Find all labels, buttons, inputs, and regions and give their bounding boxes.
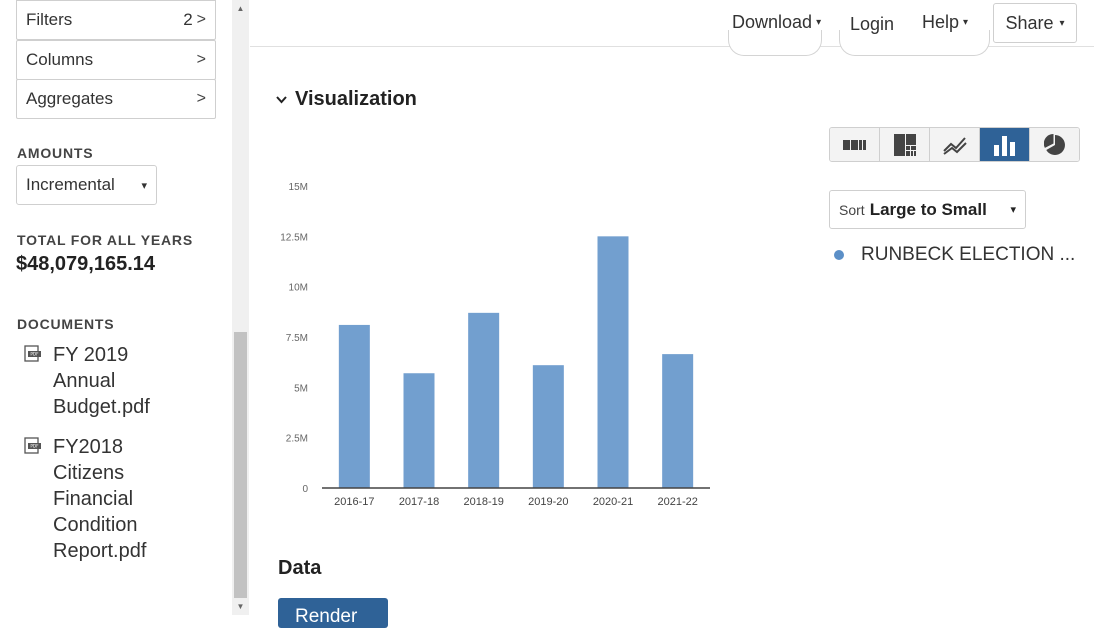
- sort-prefix: Sort: [839, 201, 865, 218]
- bar-chart-button[interactable]: [980, 128, 1030, 161]
- bar[interactable]: [468, 312, 500, 488]
- table-view-icon: [842, 139, 866, 150]
- x-tick-label: 2017-18: [399, 496, 439, 508]
- share-label: Share: [1005, 12, 1054, 33]
- sort-dropdown[interactable]: Sort Large to Small ▾: [829, 190, 1026, 229]
- table-view-button[interactable]: [830, 128, 880, 161]
- y-tick-label: 15M: [289, 182, 308, 193]
- y-tick-label: 10M: [289, 283, 308, 294]
- treemap-icon: [893, 133, 916, 156]
- document-name-line: Financial: [53, 488, 134, 510]
- bar[interactable]: [662, 354, 694, 488]
- columns-label: Columns: [26, 50, 94, 69]
- document-item[interactable]: PDF FY2018 Citizens Financial Condition …: [24, 434, 224, 564]
- filters-button[interactable]: Filters 2 >: [16, 0, 216, 40]
- scroll-down-arrow-icon[interactable]: ▼: [232, 598, 249, 615]
- bar[interactable]: [597, 236, 629, 488]
- visualization-toggle[interactable]: Visualization: [275, 88, 417, 111]
- chevron-right-icon: >: [196, 90, 206, 107]
- amounts-heading: AMOUNTS: [17, 145, 94, 161]
- help-menu[interactable]: Help ▾: [922, 12, 968, 33]
- help-label: Help: [922, 12, 960, 32]
- chevron-right-icon: >: [196, 51, 206, 68]
- login-link[interactable]: Login: [850, 14, 894, 35]
- legend-label: RUNBECK ELECTION ...: [861, 244, 1076, 265]
- treemap-button[interactable]: [880, 128, 930, 161]
- document-name-line: Annual: [53, 370, 116, 392]
- line-chart-icon: [942, 136, 967, 155]
- legend-dot-icon: [834, 250, 844, 260]
- y-tick-label: 0: [302, 484, 308, 495]
- total-value: $48,079,165.14: [16, 253, 156, 275]
- data-heading: Data: [278, 557, 322, 579]
- document-name-line: FY2018: [53, 436, 124, 458]
- visualization-heading: Visualization: [295, 88, 417, 110]
- x-tick-label: 2016-17: [334, 496, 374, 508]
- pdf-file-icon: PDF: [24, 437, 41, 454]
- document-link[interactable]: FY 2019 Annual Budget.pdf: [53, 342, 173, 420]
- sidebar-scrollbar[interactable]: ▲ ▼: [232, 0, 249, 615]
- chevron-down-icon: [276, 96, 287, 104]
- aggregates-label: Aggregates: [26, 89, 113, 108]
- caret-down-icon: ▾: [1010, 204, 1016, 216]
- y-tick-label: 7.5M: [286, 333, 308, 344]
- y-tick-label: 12.5M: [280, 232, 308, 243]
- document-name-line: Citizens: [53, 462, 125, 484]
- document-name-line: Budget.pdf: [53, 396, 150, 418]
- x-tick-label: 2018-19: [463, 496, 503, 508]
- amounts-selected: Incremental: [26, 175, 115, 194]
- document-name-line: Condition: [53, 514, 138, 536]
- scroll-up-arrow-icon[interactable]: ▲: [232, 0, 249, 17]
- scrollbar-thumb[interactable]: [234, 332, 247, 598]
- y-tick-label: 5M: [294, 383, 308, 394]
- document-name-line: Report.pdf: [53, 540, 147, 562]
- x-tick-label: 2020-21: [593, 496, 633, 508]
- columns-button[interactable]: Columns >: [16, 40, 216, 80]
- caret-down-icon: ▾: [1059, 17, 1065, 29]
- pie-chart-icon: [1043, 133, 1065, 155]
- bar[interactable]: [532, 365, 564, 488]
- filters-count: 2: [183, 10, 193, 29]
- y-tick-label: 2.5M: [286, 434, 308, 445]
- pie-chart-button[interactable]: [1030, 128, 1079, 161]
- download-label: Download: [732, 12, 813, 32]
- login-label: Login: [850, 14, 895, 34]
- total-heading: TOTAL FOR ALL YEARS: [17, 232, 193, 248]
- chevron-right-icon: >: [196, 11, 206, 28]
- x-tick-label: 2019-20: [528, 496, 568, 508]
- share-button[interactable]: Share ▾: [993, 3, 1077, 43]
- partially-hidden-button[interactable]: [728, 30, 822, 56]
- document-link[interactable]: FY2018 Citizens Financial Condition Repo…: [53, 434, 173, 564]
- svg-text:PDF: PDF: [30, 352, 39, 357]
- top-navigation-bar: Download ▾ Login Help ▾ Share ▾: [250, 0, 1094, 56]
- x-tick-label: 2021-22: [657, 496, 697, 508]
- documents-heading: DOCUMENTS: [17, 316, 115, 332]
- caret-down-icon: ▾: [963, 17, 969, 28]
- pdf-file-icon: PDF: [24, 345, 41, 362]
- caret-down-icon: ▾: [816, 17, 822, 28]
- caret-down-icon: ▾: [141, 179, 147, 192]
- sidebar: Filters 2 > Columns > Aggregates > AMOUN…: [0, 0, 232, 615]
- bar[interactable]: [338, 324, 370, 488]
- line-chart-button[interactable]: [930, 128, 980, 161]
- document-item[interactable]: PDF FY 2019 Annual Budget.pdf: [24, 342, 224, 420]
- bar-chart-icon: [993, 135, 1015, 156]
- document-name-line: FY 2019: [53, 344, 129, 366]
- filters-label: Filters: [26, 10, 73, 29]
- amounts-dropdown[interactable]: Incremental ▾: [16, 165, 157, 205]
- bar[interactable]: [403, 373, 435, 488]
- chart-type-toolbar: [829, 127, 1080, 162]
- sort-value: Large to Small: [869, 199, 987, 219]
- aggregates-button[interactable]: Aggregates >: [16, 79, 216, 119]
- render-button[interactable]: Render: [278, 598, 388, 628]
- download-menu[interactable]: Download ▾: [732, 12, 821, 33]
- chart-legend[interactable]: RUNBECK ELECTION ...: [834, 244, 1075, 266]
- svg-text:PDF: PDF: [30, 444, 39, 449]
- bar-chart: 0 2.5M 5M 7.5M 10M 12.5M 15M 2016-17 2017-18 2018…: [280, 182, 710, 508]
